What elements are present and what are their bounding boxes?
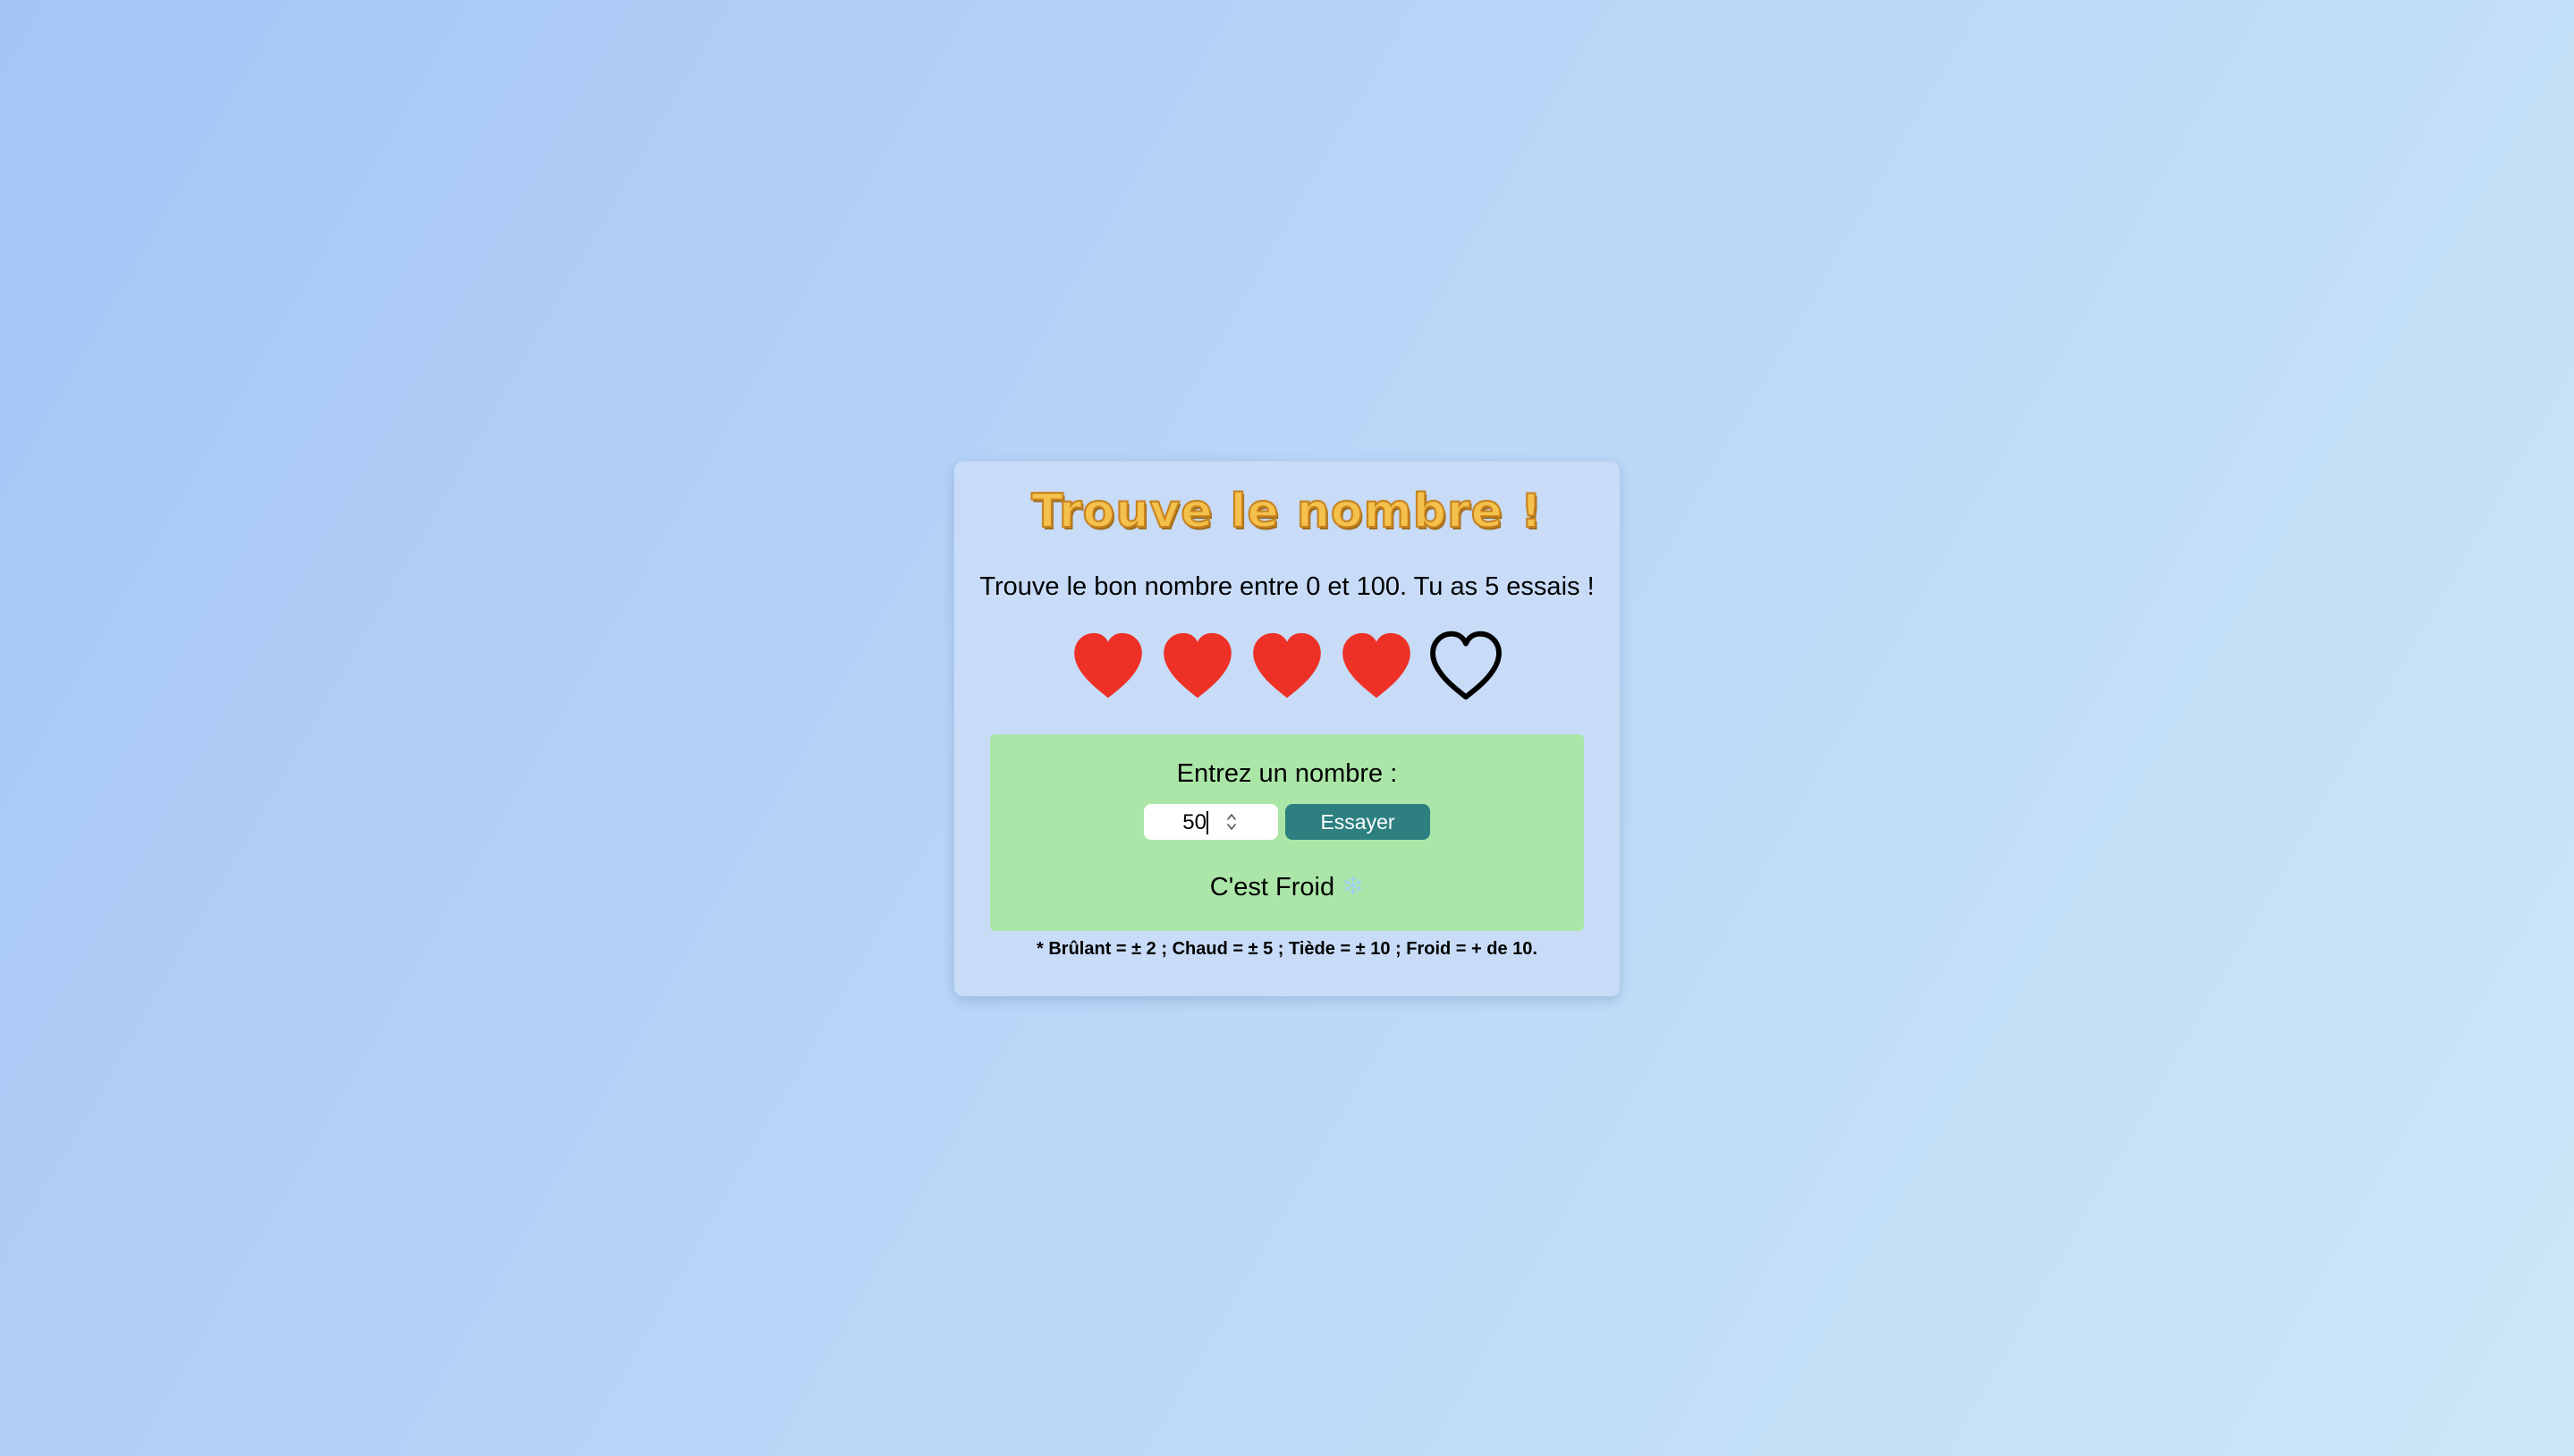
text-caret xyxy=(1207,811,1208,834)
snowflake-icon: ❄ xyxy=(1342,871,1365,902)
game-card: Trouve le nombre ! Trouve le bon nombre … xyxy=(954,461,1620,996)
game-instructions: Trouve le bon nombre entre 0 et 100. Tu … xyxy=(979,572,1595,601)
try-button[interactable]: Essayer xyxy=(1285,804,1430,840)
game-title: Trouve le nombre ! xyxy=(1030,484,1543,539)
heart-full-icon xyxy=(1339,630,1414,701)
heart-full-icon xyxy=(1071,630,1146,701)
lives-indicator xyxy=(954,630,1620,701)
heart-empty-icon xyxy=(1428,630,1503,701)
heart-full-icon xyxy=(1160,630,1235,701)
guess-form: 50 Essayer xyxy=(990,804,1584,840)
number-input[interactable]: 50 xyxy=(1144,804,1278,840)
result-message: C'est Froid ❄ xyxy=(990,871,1584,902)
guess-panel: Entrez un nombre : 50 Essayer C'est Froi… xyxy=(990,734,1584,931)
result-text: C'est Froid xyxy=(1209,873,1335,902)
heart-full-icon xyxy=(1249,630,1325,701)
hint-legend: * Brûlant = ± 2 ; Chaud = ± 5 ; Tiède = … xyxy=(1037,939,1537,959)
guess-prompt: Entrez un nombre : xyxy=(1176,759,1398,788)
number-input-value: 50 xyxy=(1182,810,1207,834)
number-spinner-icon[interactable] xyxy=(1224,810,1239,834)
